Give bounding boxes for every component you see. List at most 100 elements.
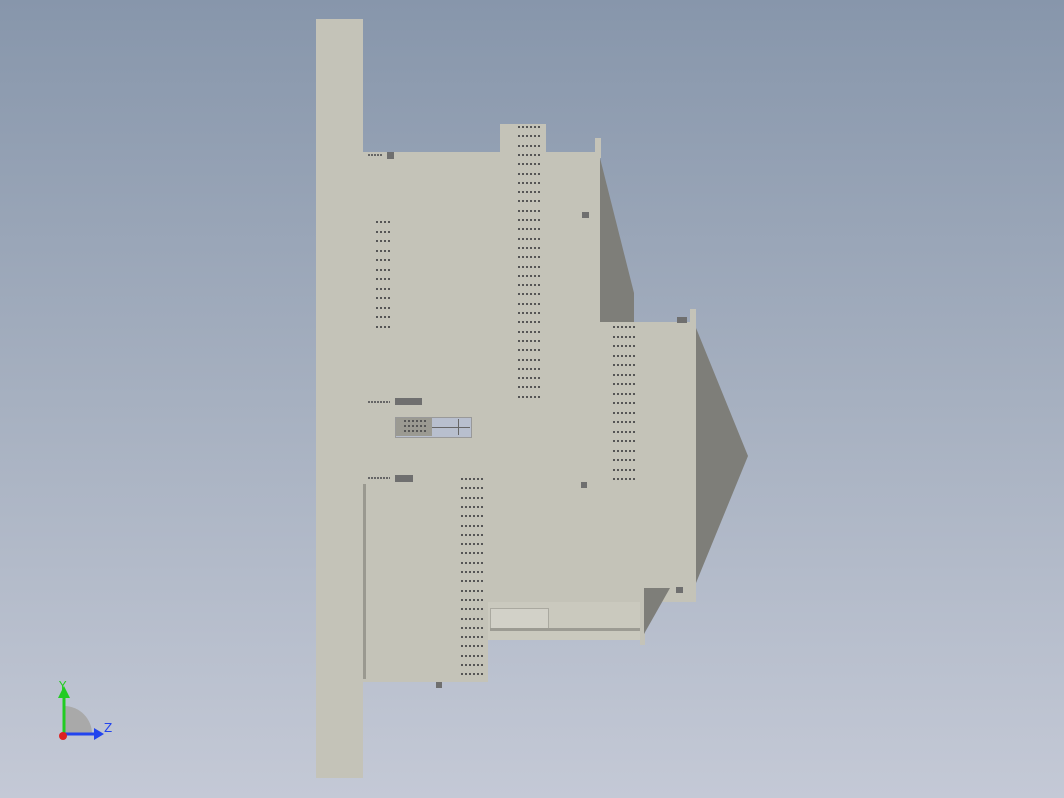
- lower-groove: [461, 664, 485, 666]
- right-groove: [613, 326, 637, 328]
- upper-groove: [518, 386, 542, 389]
- left-groove: [376, 325, 390, 328]
- lower-groove: [461, 589, 485, 592]
- right-groove: [613, 440, 637, 442]
- right-groove: [613, 468, 637, 471]
- right-groove: [613, 411, 637, 414]
- upper-groove: [518, 395, 542, 398]
- mark-7: [676, 587, 683, 593]
- z-axis-label: Z: [104, 721, 113, 735]
- left-groove: [376, 306, 390, 309]
- left-groove: [376, 259, 390, 261]
- upper-groove: [518, 265, 542, 268]
- right-groove: [613, 383, 637, 385]
- mark-2: [582, 212, 589, 218]
- upper-groove: [518, 153, 542, 156]
- middle-right-body: [488, 322, 696, 602]
- right-groove: [613, 459, 637, 461]
- right-groove: [613, 402, 637, 404]
- right-groove: [613, 345, 637, 347]
- tick-a: [368, 154, 382, 156]
- left-groove: [376, 240, 390, 242]
- upper-groove: [518, 172, 542, 175]
- lower-groove: [461, 543, 485, 546]
- upper-groove: [518, 219, 542, 221]
- lower-groove: [461, 673, 485, 676]
- mark-8: [436, 682, 442, 688]
- upper-groove: [518, 228, 542, 231]
- left-groove: [376, 221, 390, 223]
- tick-c: [368, 477, 390, 479]
- lower-groove: [461, 571, 485, 573]
- lower-groove: [461, 515, 485, 518]
- mark-1: [387, 152, 394, 159]
- mark-4: [395, 398, 422, 405]
- left-groove: [376, 278, 390, 280]
- lower-left-edge: [363, 484, 366, 679]
- lower-groove: [461, 580, 485, 583]
- lower-groove: [461, 598, 485, 601]
- upper-groove: [518, 312, 542, 314]
- upper-groove: [518, 284, 542, 287]
- upper-groove: [518, 237, 542, 240]
- lower-groove: [461, 533, 485, 536]
- left-groove: [376, 297, 390, 299]
- upper-groove: [518, 367, 542, 370]
- window-groove: [404, 425, 428, 427]
- right-groove: [613, 354, 637, 357]
- center-window-pin: [458, 419, 459, 435]
- lower-groove: [461, 608, 485, 611]
- upper-tab: [500, 124, 546, 154]
- lower-groove: [461, 524, 485, 527]
- tick-b: [368, 401, 390, 403]
- cad-viewport[interactable]: [0, 0, 1064, 798]
- center-window-line: [432, 427, 470, 428]
- right-groove: [613, 364, 637, 366]
- right-groove: [613, 373, 637, 376]
- upper-right-lip: [595, 138, 601, 158]
- upper-groove: [518, 330, 542, 333]
- right-groove: [613, 449, 637, 452]
- left-groove: [376, 316, 390, 318]
- right-groove: [613, 478, 637, 480]
- right-groove: [613, 335, 637, 338]
- lower-groove: [461, 487, 485, 490]
- window-groove: [404, 430, 428, 432]
- left-groove: [376, 249, 390, 252]
- lower-groove: [461, 645, 485, 648]
- upper-groove: [518, 144, 542, 147]
- left-groove: [376, 268, 390, 271]
- middle-right-lip: [690, 309, 696, 329]
- right-groove: [613, 430, 637, 433]
- upper-groove: [518, 126, 542, 128]
- middle-right-foot: [690, 590, 696, 600]
- upper-groove: [518, 163, 542, 166]
- extension-rail: [490, 628, 640, 631]
- upper-groove: [518, 135, 542, 138]
- axis-triad: Y Z: [48, 676, 118, 746]
- upper-groove: [518, 246, 542, 249]
- lower-groove: [461, 478, 485, 480]
- upper-groove: [518, 274, 542, 277]
- upper-groove: [518, 181, 542, 184]
- lower-groove: [461, 552, 485, 555]
- upper-shadow-face: [600, 158, 634, 328]
- upper-groove: [518, 209, 542, 212]
- left-groove: [376, 230, 390, 233]
- upper-groove: [518, 191, 542, 194]
- lower-groove: [461, 496, 485, 499]
- lower-groove: [461, 617, 485, 620]
- extension-panel: [490, 608, 549, 630]
- upper-groove: [518, 377, 542, 380]
- lower-groove: [461, 636, 485, 639]
- right-shadow-face: [696, 328, 748, 583]
- mark-3: [677, 317, 687, 323]
- upper-groove: [518, 200, 542, 203]
- mounting-plate: [316, 19, 363, 778]
- upper-groove: [518, 321, 542, 324]
- mark-6: [581, 482, 587, 488]
- upper-groove: [518, 256, 542, 259]
- upper-groove: [518, 339, 542, 342]
- window-groove: [404, 420, 428, 422]
- right-groove: [613, 421, 637, 423]
